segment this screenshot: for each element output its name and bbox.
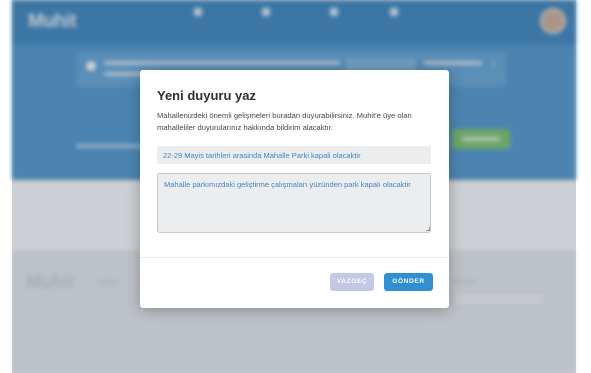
cancel-button[interactable]: VAZGEÇ	[330, 273, 374, 291]
submit-button[interactable]: GÖNDER	[384, 273, 433, 291]
dialog-title: Yeni duyuru yaz	[157, 88, 256, 103]
resize-handle-icon[interactable]	[426, 227, 430, 231]
announcement-title-input[interactable]	[157, 146, 431, 164]
dialog-divider	[140, 257, 449, 258]
screen: Muhit × Muhit Yeni duyuru yaz Mahalleniz…	[0, 0, 591, 373]
dialog-description: Mahallenizdeki önemli gelişmeleri burada…	[157, 111, 412, 132]
new-announcement-dialog: Yeni duyuru yaz Mahallenizdeki önemli ge…	[140, 70, 449, 308]
announcement-body-textarea[interactable]: Mahalle parkımızdaki geliştirme çalışmal…	[157, 173, 431, 233]
